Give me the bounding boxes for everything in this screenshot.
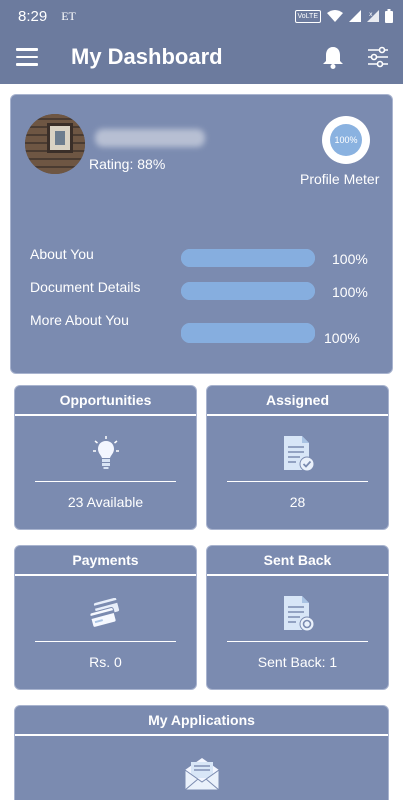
progress-label-about-you: About You bbox=[30, 246, 94, 262]
progress-value-more-about-you: 100% bbox=[324, 330, 360, 346]
avatar[interactable] bbox=[25, 114, 85, 174]
progress-value-document-details: 100% bbox=[332, 284, 368, 300]
payments-tile[interactable]: Payments Rs. 0 bbox=[14, 545, 197, 690]
sent-back-divider bbox=[227, 641, 368, 642]
battery-icon bbox=[385, 9, 393, 23]
status-carrier: ET bbox=[61, 8, 76, 23]
hamburger-menu-icon[interactable] bbox=[16, 48, 38, 66]
progress-label-more-about-you: More About You bbox=[30, 312, 129, 328]
opportunities-divider bbox=[35, 481, 176, 482]
bell-icon[interactable] bbox=[322, 45, 344, 69]
progress-label-document-details: Document Details bbox=[30, 279, 141, 295]
lightbulb-icon bbox=[92, 436, 119, 475]
payments-title: Payments bbox=[15, 546, 196, 576]
payments-value: Rs. 0 bbox=[89, 654, 122, 670]
opportunities-title: Opportunities bbox=[15, 386, 196, 416]
app-bar: My Dashboard bbox=[0, 32, 403, 84]
payments-divider bbox=[35, 641, 176, 642]
status-time: 8:29 bbox=[18, 7, 48, 25]
signal-x-icon: x bbox=[367, 10, 379, 22]
status-bar: 8:29 ET VoLTE x bbox=[0, 0, 403, 32]
user-name-blurred bbox=[95, 129, 205, 147]
opportunities-value: 23 Available bbox=[67, 494, 144, 510]
assigned-divider bbox=[227, 481, 368, 482]
assigned-value: 28 bbox=[289, 494, 306, 510]
progress-bar-about-you bbox=[181, 249, 315, 267]
progress-bar-more-about-you bbox=[181, 323, 315, 343]
profile-meter-gauge: 100% bbox=[322, 116, 370, 164]
progress-value-about-you: 100% bbox=[332, 251, 368, 267]
assigned-tile[interactable]: Assigned 28 bbox=[206, 385, 389, 530]
envelope-icon bbox=[183, 756, 221, 797]
profile-meter-value: 100% bbox=[330, 124, 362, 156]
wifi-icon bbox=[327, 10, 343, 22]
assigned-title: Assigned bbox=[207, 386, 388, 416]
opportunities-tile[interactable]: Opportunities 23 Available bbox=[14, 385, 197, 530]
document-return-icon bbox=[282, 596, 314, 637]
my-applications-tile[interactable]: My Applications bbox=[14, 705, 389, 800]
credit-cards-icon bbox=[88, 596, 124, 633]
profile-meter-label: Profile Meter bbox=[300, 171, 380, 187]
profile-card[interactable]: Rating: 88% 100% Profile Meter About You… bbox=[10, 94, 393, 374]
status-icons: VoLTE x bbox=[294, 9, 393, 23]
signal-icon bbox=[349, 10, 361, 22]
sent-back-value: Sent Back: 1 bbox=[257, 654, 338, 670]
sent-back-tile[interactable]: Sent Back Sent Back: 1 bbox=[206, 545, 389, 690]
my-applications-title: My Applications bbox=[15, 706, 388, 736]
volte-badge: VoLTE bbox=[294, 9, 321, 23]
page-title: My Dashboard bbox=[71, 44, 223, 69]
rating-text: Rating: 88% bbox=[89, 156, 166, 172]
progress-bar-document-details bbox=[181, 282, 315, 300]
svg-text:x: x bbox=[369, 11, 373, 18]
sent-back-title: Sent Back bbox=[207, 546, 388, 576]
document-check-icon bbox=[282, 436, 314, 477]
filter-settings-icon[interactable] bbox=[367, 46, 389, 68]
